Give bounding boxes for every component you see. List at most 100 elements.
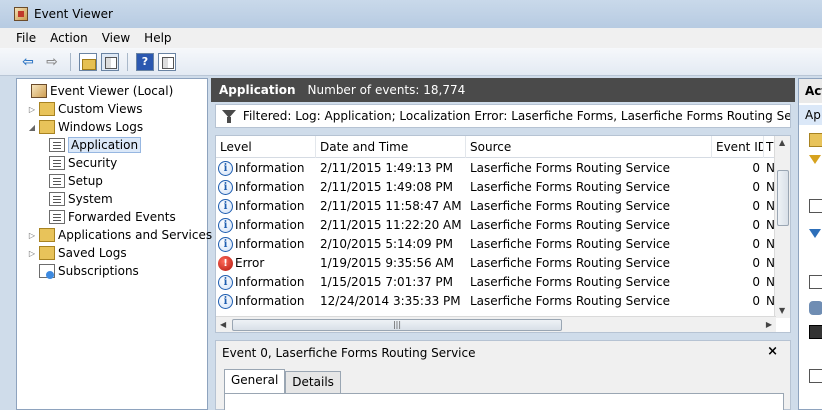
table-row[interactable]: i Information 2/11/2015 11:22:20 AM Laserfi… (216, 216, 776, 235)
folder-icon (39, 120, 55, 134)
events-grid: Level Date and Time Source Event ID T iI… (215, 135, 791, 333)
cell-date: 2/11/2015 1:49:13 PM (320, 161, 454, 175)
tab-general[interactable]: General (224, 369, 286, 393)
tree-item-root[interactable]: Event Viewer (Local) (19, 82, 173, 100)
table-row[interactable]: i Information 2/11/2015 1:49:08 PM Laserfic… (216, 178, 776, 197)
grid-header: Level Date and Time Source Event ID T (216, 136, 776, 158)
info-icon: i (218, 237, 233, 252)
level-text: Information (235, 199, 305, 213)
table-row[interactable]: i Information 12/24/2014 3:35:33 PM Laserfi… (216, 292, 776, 311)
table-row[interactable]: i Information 2/11/2015 11:58:47 AM Laserfi… (216, 197, 776, 216)
column-header-level[interactable]: Level (216, 136, 316, 158)
scroll-down-arrow-icon[interactable]: ▼ (779, 306, 785, 315)
cell-source: Laserfiche Forms Routing Service (470, 161, 671, 175)
cell-event-id: 0 (752, 275, 760, 289)
close-icon[interactable]: × (767, 344, 778, 359)
open-log-icon[interactable] (809, 133, 822, 147)
filter-funnel-icon (220, 109, 237, 123)
vertical-scrollbar[interactable]: ▲ ▼ (774, 136, 790, 318)
cell-level: ! Error (216, 254, 316, 273)
horizontal-scrollbar[interactable]: ◀ ||| ▶ (216, 316, 776, 332)
window-title: Event Viewer (34, 7, 113, 21)
info-icon: i (218, 294, 233, 309)
cell-level: i Information (216, 292, 316, 311)
cell-event-id: 0 (752, 294, 760, 308)
cell-date: 2/11/2015 11:58:47 AM (320, 199, 462, 213)
table-row[interactable]: i Information 1/15/2015 7:01:37 PM Laserfic… (216, 273, 776, 292)
log-title: Application (219, 83, 296, 97)
folder-icon (39, 228, 55, 242)
vertical-scroll-thumb[interactable] (777, 170, 789, 226)
table-row[interactable]: i Information 2/10/2015 5:14:09 PM Laserfic… (216, 235, 776, 254)
menu-help[interactable]: Help (144, 31, 171, 45)
menu-file[interactable]: File (16, 31, 36, 45)
find-icon[interactable] (809, 301, 822, 315)
tree-item-custom-views[interactable]: ▷ Custom Views (27, 100, 143, 118)
create-view-icon[interactable] (809, 155, 821, 164)
level-text: Information (235, 275, 305, 289)
menu-action[interactable]: Action (50, 31, 88, 45)
table-row[interactable]: i Information 2/11/2015 1:49:13 PM Laserfic… (216, 159, 776, 178)
actions-pane: Act Ap (798, 78, 822, 410)
scroll-right-arrow-icon[interactable]: ▶ (766, 320, 772, 329)
tree-item-windows-logs[interactable]: ◢ Windows Logs (27, 118, 143, 136)
level-text: Information (235, 237, 305, 251)
detail-body (224, 393, 784, 410)
tree-item-application[interactable]: Application (47, 136, 142, 154)
cell-date: 12/24/2014 3:35:33 PM (320, 294, 461, 308)
attach-task-icon[interactable] (809, 369, 822, 383)
tree-item-saved-logs[interactable]: ▷ Saved Logs (27, 244, 127, 262)
save-icon[interactable] (809, 325, 822, 339)
info-icon: i (218, 199, 233, 214)
up-folder-icon[interactable] (79, 52, 97, 71)
tree-item-forwarded-events[interactable]: Forwarded Events (47, 208, 176, 226)
cell-event-id: 0 (752, 199, 760, 213)
cell-event-id: 0 (752, 256, 760, 270)
cell-date: 1/19/2015 9:35:56 AM (320, 256, 454, 270)
tree-item-applications-and-services[interactable]: ▷ Applications and Services Lo (27, 226, 230, 244)
properties-icon[interactable] (809, 275, 822, 289)
collapse-arrow-icon[interactable]: ◢ (27, 123, 37, 132)
table-row[interactable]: ! Error 1/19/2015 9:35:56 AM Laserfiche For… (216, 254, 776, 273)
tree-item-system[interactable]: System (47, 190, 113, 208)
subscriptions-icon (39, 264, 55, 279)
event-detail-title: Event 0, Laserfiche Forms Routing Servic… (222, 346, 476, 360)
column-header-date[interactable]: Date and Time (316, 136, 466, 158)
cell-event-id: 0 (752, 161, 760, 175)
info-icon: i (218, 275, 233, 290)
expand-arrow-icon[interactable]: ▷ (27, 105, 37, 114)
expand-arrow-icon[interactable]: ▷ (27, 249, 37, 258)
info-icon: i (218, 161, 233, 176)
tree-item-security[interactable]: Security (47, 154, 117, 172)
event-viewer-app-icon (14, 7, 28, 21)
cell-source: Laserfiche Forms Routing Service (470, 180, 671, 194)
actions-subheader[interactable]: Ap (799, 105, 822, 125)
show-hide-tree-icon[interactable] (101, 52, 119, 71)
event-viewer-icon (31, 84, 47, 98)
filter-log-icon[interactable] (809, 229, 821, 238)
scroll-left-arrow-icon[interactable]: ◀ (220, 320, 226, 329)
column-header-event-id[interactable]: Event ID (712, 136, 764, 158)
actions-header: Act (799, 79, 822, 103)
import-view-icon[interactable] (809, 199, 822, 213)
cell-level: i Information (216, 159, 316, 178)
cell-event-id: 0 (752, 218, 760, 232)
tree-item-setup[interactable]: Setup (47, 172, 103, 190)
log-icon (49, 138, 65, 152)
column-header-source[interactable]: Source (466, 136, 712, 158)
menu-view[interactable]: View (102, 31, 130, 45)
level-text: Error (235, 256, 265, 270)
log-header: Application Number of events: 18,774 (211, 78, 795, 102)
horizontal-scroll-thumb[interactable]: ||| (232, 319, 562, 331)
expand-arrow-icon[interactable]: ▷ (27, 231, 37, 240)
cell-level: i Information (216, 273, 316, 292)
forward-arrow-icon[interactable]: ⇨ (42, 52, 62, 72)
help-icon[interactable]: ? (136, 52, 154, 71)
cell-date: 1/15/2015 7:01:37 PM (320, 275, 454, 289)
folder-icon (39, 246, 55, 260)
back-arrow-icon[interactable]: ⇦ (18, 52, 38, 72)
scroll-up-arrow-icon[interactable]: ▲ (779, 138, 785, 147)
tab-details[interactable]: Details (285, 371, 341, 393)
tree-item-subscriptions[interactable]: Subscriptions (37, 262, 139, 280)
show-hide-action-pane-icon[interactable] (158, 52, 176, 71)
